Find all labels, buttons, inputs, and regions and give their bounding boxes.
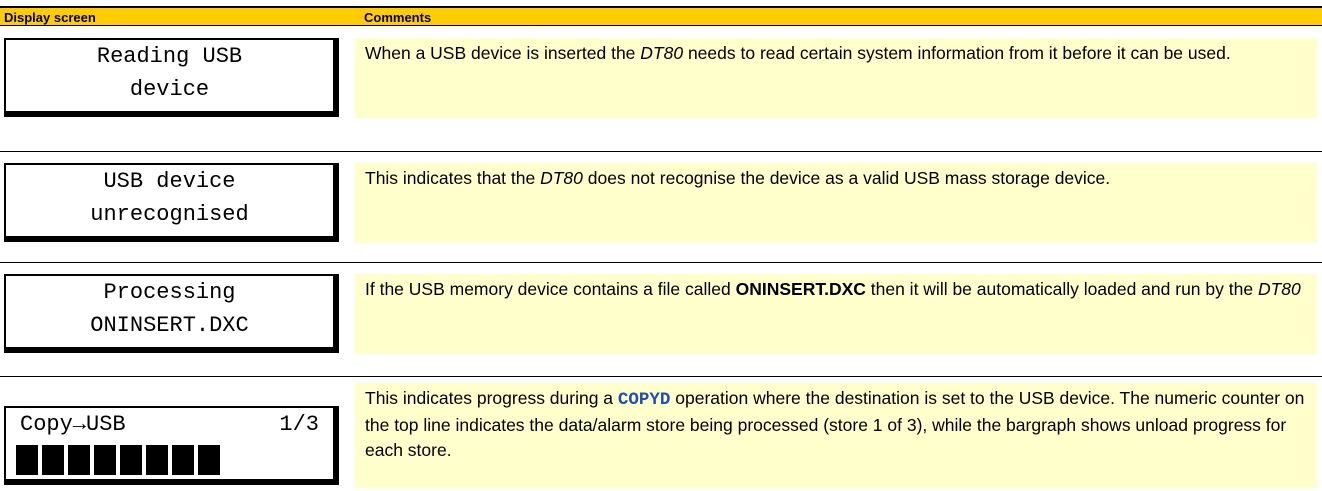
lcd-processing-oninsert: Processing ONINSERT.DXC [4, 274, 339, 353]
bargraph-segment [198, 445, 220, 475]
comment-processing-oninsert: If the USB memory device contains a file… [355, 274, 1317, 354]
lcd-copy-progress: Copy→USB 1/3 [4, 406, 339, 485]
lcd-line-1: Processing [103, 280, 236, 305]
bargraph-segment [120, 445, 142, 475]
comment-text: does not recognise the device as a valid… [582, 168, 1111, 188]
comment-usb-unrecognised: This indicates that the DT80 does not re… [355, 163, 1317, 243]
lcd-line-2: device [129, 77, 210, 102]
comment-text: then it will be automatically loaded and… [865, 279, 1258, 299]
bargraph-segment [42, 445, 64, 475]
command-term: COPYD [617, 390, 671, 410]
comment-copy-progress: This indicates progress during a COPYD o… [355, 383, 1317, 488]
comment-text: needs to read certain system information… [683, 43, 1231, 63]
comment-text: When a USB device is inserted the [365, 43, 641, 63]
lcd-usb-unrecognised: USB device unrecognised [4, 163, 339, 242]
header-comments: Comments [364, 10, 432, 25]
row-divider [0, 262, 1322, 263]
lcd-line-2: ONINSERT.DXC [90, 313, 249, 338]
lcd-line-1: USB device [103, 169, 236, 194]
comment-reading-usb: When a USB device is inserted the DT80 n… [355, 38, 1317, 118]
lcd-copy-label: Copy→USB [20, 412, 126, 437]
filename-term: ONINSERT.DXC [735, 279, 866, 299]
comment-text: If the USB memory device contains a file… [365, 279, 736, 299]
bargraph-segment [16, 445, 38, 475]
lcd-line-1: Reading USB [96, 44, 243, 69]
comment-text: This indicates that the [365, 168, 541, 188]
lcd-store-counter: 1/3 [279, 412, 319, 437]
dt80-term: DT80 [1257, 279, 1301, 299]
comment-text: This indicates progress during a [365, 388, 618, 408]
bargraph-segment [172, 445, 194, 475]
header-display-screen: Display screen [4, 10, 96, 25]
lcd-bargraph [16, 445, 220, 475]
bargraph-segment [146, 445, 168, 475]
dt80-term: DT80 [640, 43, 684, 63]
row-divider [0, 376, 1322, 377]
dt80-term: DT80 [540, 168, 583, 188]
row-divider [0, 151, 1322, 152]
bargraph-segment [94, 445, 116, 475]
bargraph-segment [68, 445, 90, 475]
table-header: Display screen Comments [0, 6, 1322, 26]
lcd-line-2: unrecognised [90, 202, 249, 227]
lcd-reading-usb: Reading USB device [4, 38, 339, 117]
